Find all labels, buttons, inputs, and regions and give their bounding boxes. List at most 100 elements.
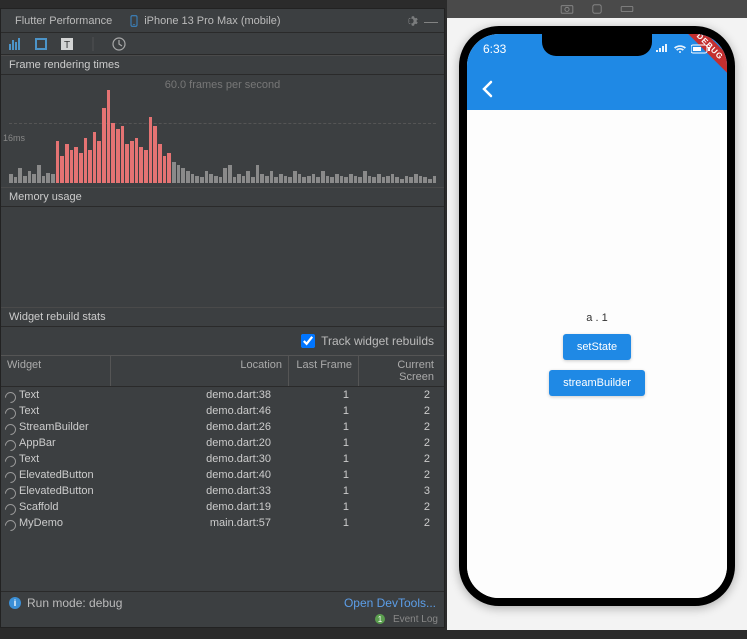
table-row[interactable]: StreamBuilder demo.dart:26 1 2	[1, 419, 444, 435]
cell-location: demo.dart:19	[111, 501, 289, 513]
cell-location: demo.dart:40	[111, 469, 289, 481]
perf-bars-icon[interactable]	[7, 36, 23, 52]
frame-bar	[335, 174, 339, 183]
back-button[interactable]	[479, 80, 497, 98]
ide-status-bar: 1 Event Log	[1, 611, 444, 627]
widget-icon[interactable]	[33, 36, 49, 52]
table-row[interactable]: ElevatedButton demo.dart:40 1 2	[1, 467, 444, 483]
frame-bar	[177, 165, 181, 183]
cell-curscreen: 2	[359, 469, 444, 481]
table-header: Widget Location Last Frame Current Scree…	[1, 355, 444, 387]
device-selector[interactable]: iPhone 13 Pro Max (mobile)	[120, 12, 288, 30]
frame-bar	[312, 174, 316, 183]
text-icon[interactable]: T	[59, 36, 75, 52]
frame-bar	[256, 165, 260, 183]
streambuilder-button[interactable]: streamBuilder	[549, 370, 645, 396]
frame-bar	[395, 177, 399, 183]
app-body: a . 1 setState streamBuilder	[467, 110, 727, 598]
table-row[interactable]: Text demo.dart:46 1 2	[1, 403, 444, 419]
frame-bar	[340, 176, 344, 184]
frame-bar	[111, 123, 115, 183]
cell-widget: AppBar	[1, 437, 111, 449]
frame-bar	[32, 174, 36, 183]
col-lastframe[interactable]: Last Frame	[289, 356, 359, 386]
frame-bar	[135, 138, 139, 183]
rebuild-toolbar: Track widget rebuilds	[1, 327, 444, 355]
col-location[interactable]: Location	[111, 356, 289, 386]
frame-bar	[56, 141, 60, 183]
frame-bar	[233, 177, 237, 183]
cell-curscreen: 2	[359, 453, 444, 465]
cell-widget: ElevatedButton	[1, 469, 111, 481]
perf-tab[interactable]: Flutter Performance	[7, 12, 120, 30]
frame-bar	[149, 117, 153, 183]
hide-panel-icon[interactable]: —	[424, 13, 438, 29]
frame-bar	[172, 162, 176, 183]
frame-bar	[70, 150, 74, 183]
table-row[interactable]: Text demo.dart:38 1 2	[1, 387, 444, 403]
frame-bar	[274, 177, 278, 183]
cell-lastframe: 1	[289, 517, 359, 529]
frame-bar	[88, 150, 92, 183]
bars-container	[9, 83, 436, 183]
frame-bar	[102, 108, 106, 183]
cell-lastframe: 1	[289, 501, 359, 513]
debug-banner: DEBUG	[677, 34, 727, 80]
cell-widget: ElevatedButton	[1, 485, 111, 497]
frame-bar	[186, 171, 190, 183]
cell-lastframe: 1	[289, 469, 359, 481]
event-log-link[interactable]: Event Log	[393, 614, 438, 625]
cell-location: demo.dart:30	[111, 453, 289, 465]
col-curscreen[interactable]: Current Screen	[359, 356, 444, 386]
frame-bar	[237, 174, 241, 183]
simulator-window: DEBUG 6:33 a . 1 setState streamBuilder	[447, 0, 747, 630]
frame-bar	[386, 176, 390, 184]
frame-bar	[349, 174, 353, 183]
frame-bar	[279, 174, 283, 183]
cell-lastframe: 1	[289, 453, 359, 465]
frame-bar	[391, 174, 395, 183]
cell-widget: Text	[1, 453, 111, 465]
frame-times-header: Frame rendering times	[1, 55, 444, 75]
clock-icon[interactable]	[111, 36, 127, 52]
cell-location: demo.dart:46	[111, 405, 289, 417]
table-row[interactable]: Text demo.dart:30 1 2	[1, 451, 444, 467]
gear-icon[interactable]	[404, 14, 418, 28]
frame-bar	[93, 132, 97, 183]
frame-bar	[260, 174, 264, 183]
col-widget[interactable]: Widget	[1, 356, 111, 386]
table-row[interactable]: AppBar demo.dart:20 1 2	[1, 435, 444, 451]
cell-location: main.dart:57	[111, 517, 289, 529]
frame-bar	[433, 176, 437, 184]
frame-bar	[246, 171, 250, 183]
cell-location: demo.dart:26	[111, 421, 289, 433]
frame-bar	[200, 177, 204, 183]
table-row[interactable]: ElevatedButton demo.dart:33 1 3	[1, 483, 444, 499]
setstate-button[interactable]: setState	[563, 334, 631, 360]
cell-location: demo.dart:20	[111, 437, 289, 449]
battery-icon	[691, 44, 711, 54]
frame-bar	[428, 179, 432, 184]
frame-bar	[125, 144, 129, 183]
frame-bar	[326, 176, 330, 184]
table-row[interactable]: Scaffold demo.dart:19 1 2	[1, 499, 444, 515]
frame-bar	[14, 177, 18, 183]
track-rebuilds-checkbox[interactable]	[301, 334, 315, 348]
more-icon[interactable]	[619, 4, 635, 14]
cell-curscreen: 2	[359, 437, 444, 449]
frame-bar	[298, 174, 302, 183]
screenshot-icon[interactable]	[559, 4, 575, 14]
panel-footer: i Run mode: debug Open DevTools...	[1, 591, 444, 613]
frame-bar	[419, 176, 423, 184]
frame-bar	[37, 165, 41, 183]
separator-icon	[85, 36, 101, 52]
open-devtools-link[interactable]: Open DevTools...	[344, 596, 436, 610]
frame-bar	[330, 177, 334, 183]
frame-bar	[46, 173, 50, 184]
frame-chart: 60.0 frames per second 16ms	[1, 75, 444, 187]
frame-bar	[382, 177, 386, 183]
device-name: iPhone 13 Pro Max (mobile)	[144, 15, 280, 27]
home-icon[interactable]	[589, 4, 605, 14]
table-row[interactable]: MyDemo main.dart:57 1 2	[1, 515, 444, 531]
frame-bar	[181, 168, 185, 183]
